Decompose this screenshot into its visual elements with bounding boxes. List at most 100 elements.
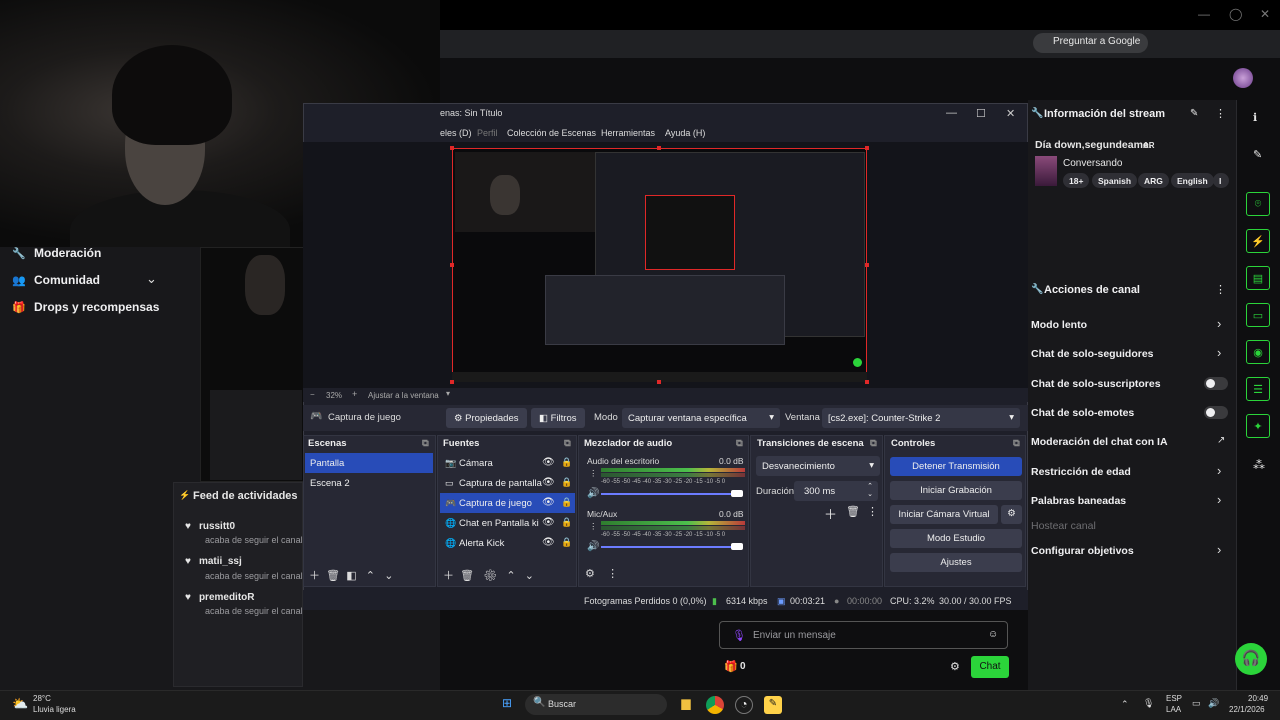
action-subscribers-only[interactable]: Chat de solo-suscriptores <box>1031 378 1161 390</box>
zoom-in-icon[interactable]: + <box>352 389 357 399</box>
kebab-icon[interactable]: ⋮ <box>1215 283 1226 296</box>
chevron-down-icon[interactable]: ⌄ <box>146 271 157 287</box>
menu-scenes[interactable]: eles (D) <box>440 128 472 138</box>
chevron-right-icon[interactable]: › <box>1217 345 1221 360</box>
action-ai-moderation[interactable]: Moderación del chat con IA <box>1031 436 1168 448</box>
transform-handle[interactable] <box>865 263 869 267</box>
volume-slider[interactable] <box>601 493 743 495</box>
info-icon[interactable]: ℹ <box>1253 111 1257 124</box>
maximize-icon[interactable]: ◯ <box>1229 7 1242 21</box>
volume-slider-knob[interactable] <box>731 490 743 497</box>
chat-icon[interactable]: ▭ <box>1246 303 1270 327</box>
transform-handle[interactable] <box>657 380 661 384</box>
chevron-down-icon[interactable]: ▾ <box>446 389 450 398</box>
eye-icon[interactable]: 👁 <box>542 517 555 528</box>
obs-maximize-icon[interactable]: ☐ <box>976 107 986 120</box>
list-item[interactable]: 🌐Chat en Pantalla kick👁 🔒 <box>440 513 575 533</box>
lock-icon[interactable]: 🔒 <box>561 477 572 488</box>
kebab-icon[interactable]: ⋮ <box>589 468 598 479</box>
list-item[interactable]: 📷 Cámara 👁 🔒 <box>440 453 575 473</box>
transform-handle[interactable] <box>450 263 454 267</box>
points-icon[interactable]: 🎁 <box>724 660 738 673</box>
eye-icon[interactable]: 👁 <box>542 537 555 548</box>
tag[interactable]: ARG <box>1138 173 1169 188</box>
action-followers-only[interactable]: Chat de solo-seguidores <box>1031 348 1154 360</box>
obs-close-icon[interactable]: ✕ <box>1006 107 1015 120</box>
filters-button[interactable]: ◧ Filtros <box>531 408 585 428</box>
lock-icon[interactable]: 🔒 <box>561 497 572 508</box>
tag[interactable]: I <box>1213 173 1229 188</box>
trash-icon[interactable]: 🗑 <box>460 570 474 582</box>
action-age-restriction[interactable]: Restricción de edad <box>1031 466 1131 478</box>
speaker-icon[interactable]: 🔊 <box>587 541 599 552</box>
app-icon[interactable]: ✎ <box>764 696 782 714</box>
spinner-icon[interactable]: ⌃ ⌄ <box>867 483 873 499</box>
gear-icon[interactable]: ⚙ <box>585 568 595 580</box>
transform-handle[interactable] <box>865 146 869 150</box>
action-goals[interactable]: Configurar objetivos <box>1031 545 1134 557</box>
external-link-icon[interactable]: ↗ <box>1217 435 1225 446</box>
menu-help[interactable]: Ayuda (H) <box>665 128 705 138</box>
undock-icon[interactable]: ⧉ <box>564 438 571 449</box>
emotes-only-toggle[interactable] <box>1204 406 1228 419</box>
stream-category[interactable]: Conversando <box>1063 158 1122 169</box>
duration-input[interactable]: 300 ms ⌃ ⌄ <box>794 481 878 501</box>
action-banned-words[interactable]: Palabras baneadas <box>1031 495 1126 507</box>
list-item[interactable]: ▭ Captura de pantalla 👁 🔒 <box>440 473 575 493</box>
transition-select[interactable]: Desvanecimiento ▾ <box>756 456 880 476</box>
support-button[interactable]: 🎧 <box>1235 643 1267 675</box>
window-select[interactable]: [cs2.exe]: Counter-Strike 2 ▾ <box>822 408 1020 428</box>
chat-send-button[interactable]: Chat <box>971 656 1009 678</box>
eye-icon[interactable]: 👁 <box>542 497 555 508</box>
network-icon[interactable]: ▭ <box>1192 698 1201 709</box>
gear-icon[interactable]: ⚙ <box>483 570 497 582</box>
kebab-icon[interactable]: ⋮ <box>867 505 878 518</box>
mode-select[interactable]: Capturar ventana específica ▾ <box>622 408 780 428</box>
add-icon[interactable]: ＋ <box>824 504 837 523</box>
language-code[interactable]: ESP <box>1166 694 1182 703</box>
speaker-icon[interactable]: 🔊 <box>587 488 599 499</box>
undock-icon[interactable]: ⧉ <box>422 438 429 449</box>
kebab-icon[interactable]: ⋮ <box>607 568 618 580</box>
subscribers-only-toggle[interactable] <box>1204 377 1228 390</box>
nav-moderation[interactable]: 🔧 Moderación <box>12 246 101 260</box>
mic-icon[interactable]: 🎙 <box>732 629 746 642</box>
list-item[interactable]: Escena 2 <box>305 473 433 493</box>
broadcast-icon[interactable]: ◉ <box>1246 340 1270 364</box>
wrench-icon[interactable]: ✦ <box>1246 414 1270 438</box>
zoom-out-icon[interactable]: − <box>310 390 315 399</box>
lightning-icon[interactable]: ⚡ <box>1246 229 1270 253</box>
menu-profile[interactable]: Perfil <box>477 128 498 138</box>
clip-icon[interactable]: ⌾ <box>1246 192 1270 216</box>
virtual-camera-button[interactable]: Iniciar Cámara Virtual <box>890 505 998 524</box>
list-item[interactable]: Pantalla <box>305 453 433 473</box>
trash-icon[interactable]: 🗑 <box>326 570 340 582</box>
emote-icon[interactable]: ☺ <box>988 629 998 640</box>
kebab-icon[interactable]: ⋮ <box>1215 107 1226 120</box>
eye-icon[interactable]: 👁 <box>542 457 555 468</box>
arrow-up-icon[interactable]: ⌃ <box>506 570 515 582</box>
kebab-icon[interactable]: ⋮ <box>589 521 598 532</box>
settings-button[interactable]: Ajustes <box>890 553 1022 572</box>
mic-icon[interactable]: 🎙 <box>1143 698 1154 709</box>
menu-scene-collection[interactable]: Colección de Escenas <box>507 128 596 138</box>
properties-button[interactable]: ⚙ Propiedades <box>446 408 527 428</box>
list-item[interactable]: ♥ russitt0 <box>185 521 235 532</box>
list-icon[interactable]: ☰ <box>1246 377 1270 401</box>
eye-icon[interactable]: 👁 <box>542 477 555 488</box>
fit-window-label[interactable]: Ajustar a la ventana <box>368 391 439 400</box>
arrow-up-icon[interactable]: ⌃ <box>366 570 375 582</box>
lock-icon[interactable]: 🔒 <box>561 537 572 548</box>
lock-icon[interactable]: 🔒 <box>561 517 572 528</box>
gear-icon[interactable]: ⚙ <box>1001 505 1022 524</box>
edit-icon[interactable]: ✎ <box>1253 148 1262 161</box>
volume-slider[interactable] <box>601 546 743 548</box>
stop-stream-button[interactable]: Detener Transmisión <box>890 457 1022 476</box>
chevron-up-icon[interactable]: ⌃ <box>1121 699 1129 710</box>
list-item[interactable]: 🎮 Captura de juego 👁 🔒 <box>440 493 575 513</box>
action-slow-mode[interactable]: Modo lento <box>1031 319 1087 331</box>
user-avatar[interactable] <box>1233 68 1253 88</box>
ask-google-button[interactable]: Preguntar a Google <box>1033 33 1149 53</box>
chat-input[interactable]: 🎙 Enviar un mensaje ☺ <box>719 621 1008 649</box>
obs-minimize-icon[interactable]: — <box>946 107 957 119</box>
